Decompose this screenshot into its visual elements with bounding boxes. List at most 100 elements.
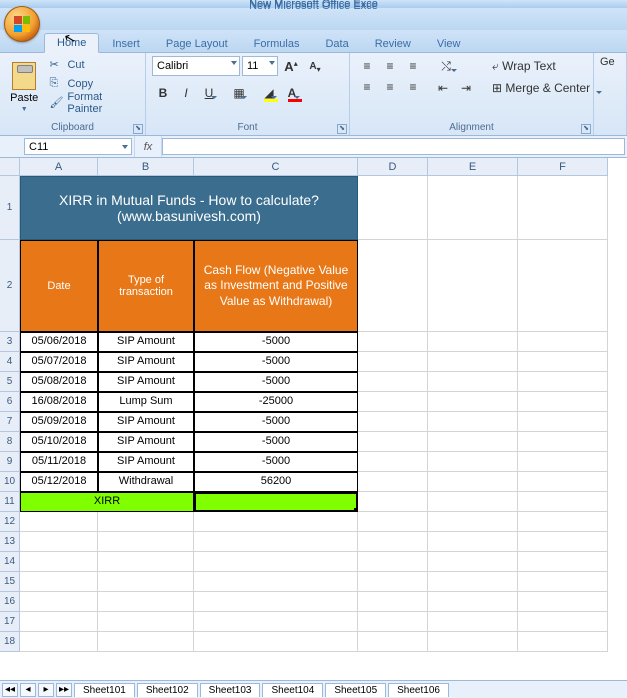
- cell-C5[interactable]: -5000: [194, 372, 358, 392]
- cell-F11[interactable]: [518, 492, 608, 512]
- row-header-18[interactable]: 18: [0, 632, 20, 652]
- align-middle[interactable]: ≡: [379, 56, 401, 76]
- row-header-8[interactable]: 8: [0, 432, 20, 452]
- cell-C10[interactable]: 56200: [194, 472, 358, 492]
- cell-A8[interactable]: 05/10/2018: [20, 432, 98, 452]
- header-type[interactable]: Type of transaction: [98, 240, 194, 332]
- cell-A6[interactable]: 16/08/2018: [20, 392, 98, 412]
- cell-A14[interactable]: [20, 552, 98, 572]
- cell-D2[interactable]: [358, 240, 428, 332]
- cell-B16[interactable]: [98, 592, 194, 612]
- cell-F5[interactable]: [518, 372, 608, 392]
- row-header-7[interactable]: 7: [0, 412, 20, 432]
- row-header-14[interactable]: 14: [0, 552, 20, 572]
- align-right[interactable]: ≡: [402, 77, 424, 97]
- cell-D10[interactable]: [358, 472, 428, 492]
- cell-C13[interactable]: [194, 532, 358, 552]
- orientation-button[interactable]: ⤭: [432, 56, 460, 76]
- cell-A17[interactable]: [20, 612, 98, 632]
- cell-E17[interactable]: [428, 612, 518, 632]
- sheet-tab-3[interactable]: Sheet104: [262, 683, 323, 697]
- cell-D4[interactable]: [358, 352, 428, 372]
- nav-last[interactable]: ▸▸: [56, 683, 72, 697]
- cell-C7[interactable]: -5000: [194, 412, 358, 432]
- cell-D12[interactable]: [358, 512, 428, 532]
- office-button[interactable]: [4, 6, 40, 42]
- cell-E11[interactable]: [428, 492, 518, 512]
- shrink-font-button[interactable]: A▾: [304, 56, 326, 76]
- cell-D5[interactable]: [358, 372, 428, 392]
- cell-C18[interactable]: [194, 632, 358, 652]
- cell-A16[interactable]: [20, 592, 98, 612]
- cell-B3[interactable]: SIP Amount: [98, 332, 194, 352]
- cell-C9[interactable]: -5000: [194, 452, 358, 472]
- cell-A12[interactable]: [20, 512, 98, 532]
- sheet-tab-2[interactable]: Sheet103: [200, 683, 261, 697]
- row-header-12[interactable]: 12: [0, 512, 20, 532]
- fill-handle[interactable]: [354, 508, 358, 512]
- alignment-launcher[interactable]: ⬊: [581, 124, 591, 134]
- row-header-10[interactable]: 10: [0, 472, 20, 492]
- cell-F2[interactable]: [518, 240, 608, 332]
- row-header-9[interactable]: 9: [0, 452, 20, 472]
- cell-D14[interactable]: [358, 552, 428, 572]
- row-header-3[interactable]: 3: [0, 332, 20, 352]
- wrap-text-button[interactable]: ⤶ Wrap Text: [487, 56, 583, 76]
- tab-page-layout[interactable]: Page Layout: [153, 34, 241, 53]
- cell-E14[interactable]: [428, 552, 518, 572]
- tab-insert[interactable]: Insert: [99, 34, 153, 53]
- tab-data[interactable]: Data: [312, 34, 361, 53]
- cell-F14[interactable]: [518, 552, 608, 572]
- cell-F8[interactable]: [518, 432, 608, 452]
- cell-E10[interactable]: [428, 472, 518, 492]
- font-name-combo[interactable]: Calibri: [152, 56, 240, 76]
- cell-E16[interactable]: [428, 592, 518, 612]
- cell-E12[interactable]: [428, 512, 518, 532]
- cell-B9[interactable]: SIP Amount: [98, 452, 194, 472]
- row-header-16[interactable]: 16: [0, 592, 20, 612]
- row-header-2[interactable]: 2: [0, 240, 20, 332]
- cell-E13[interactable]: [428, 532, 518, 552]
- cell-A9[interactable]: 05/11/2018: [20, 452, 98, 472]
- cell-E6[interactable]: [428, 392, 518, 412]
- sheet-tab-0[interactable]: Sheet101: [74, 683, 135, 697]
- cell-B17[interactable]: [98, 612, 194, 632]
- fx-button[interactable]: fx: [134, 136, 162, 157]
- cell-B14[interactable]: [98, 552, 194, 572]
- font-launcher[interactable]: ⬊: [337, 124, 347, 134]
- cell-B13[interactable]: [98, 532, 194, 552]
- cell-B12[interactable]: [98, 512, 194, 532]
- cell-B4[interactable]: SIP Amount: [98, 352, 194, 372]
- cell-D8[interactable]: [358, 432, 428, 452]
- row-header-11[interactable]: 11: [0, 492, 20, 512]
- row-header-1[interactable]: 1: [0, 176, 20, 240]
- select-all-corner[interactable]: [0, 158, 20, 176]
- cell-E9[interactable]: [428, 452, 518, 472]
- cell-E1[interactable]: [428, 176, 518, 240]
- nav-prev[interactable]: ◂: [20, 683, 36, 697]
- font-size-combo[interactable]: 11: [242, 56, 278, 76]
- worksheet[interactable]: ABCDEF 123456789101112131415161718 XIRR …: [0, 158, 627, 698]
- fill-color-button[interactable]: ◢: [258, 83, 280, 103]
- sheet-tab-4[interactable]: Sheet105: [325, 683, 386, 697]
- header-cashflow[interactable]: Cash Flow (Negative Value as Investment …: [194, 240, 358, 332]
- cell-D9[interactable]: [358, 452, 428, 472]
- cell-B7[interactable]: SIP Amount: [98, 412, 194, 432]
- nav-first[interactable]: ◂◂: [2, 683, 18, 697]
- row-header-17[interactable]: 17: [0, 612, 20, 632]
- cell-D15[interactable]: [358, 572, 428, 592]
- sheet-tab-5[interactable]: Sheet106: [388, 683, 449, 697]
- cell-B6[interactable]: Lump Sum: [98, 392, 194, 412]
- cell-C8[interactable]: -5000: [194, 432, 358, 452]
- cell-E18[interactable]: [428, 632, 518, 652]
- cut-button[interactable]: ✂Cut: [46, 56, 139, 74]
- cell-B15[interactable]: [98, 572, 194, 592]
- grow-font-button[interactable]: A▴: [280, 56, 302, 76]
- cell-B10[interactable]: Withdrawal: [98, 472, 194, 492]
- cell-C15[interactable]: [194, 572, 358, 592]
- col-header-F[interactable]: F: [518, 158, 608, 176]
- name-box[interactable]: C11: [24, 138, 132, 155]
- paste-button[interactable]: Paste ▼: [6, 56, 42, 118]
- col-header-E[interactable]: E: [428, 158, 518, 176]
- cell-B8[interactable]: SIP Amount: [98, 432, 194, 452]
